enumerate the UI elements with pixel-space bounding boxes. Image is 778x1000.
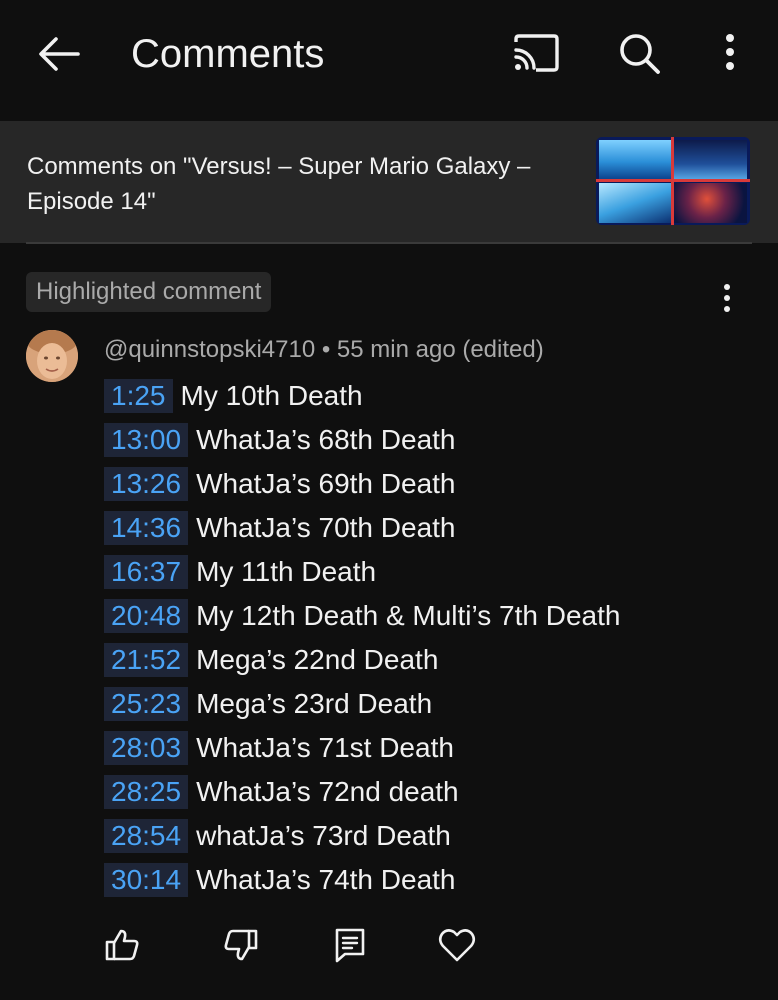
more-vert-icon: [724, 284, 730, 312]
cast-icon: [514, 34, 559, 72]
comment-line: 14:36 WhatJa’s 70th Death: [104, 506, 764, 550]
comment-line: 28:25 WhatJa’s 72nd death: [104, 770, 764, 814]
top-app-bar: Comments: [0, 0, 778, 108]
comment-author[interactable]: @quinnstopski4710: [104, 336, 315, 363]
like-icon: [105, 929, 139, 961]
more-vert-icon: [726, 34, 734, 70]
comment-line-text: WhatJa’s 69th Death: [196, 468, 456, 499]
timestamp-link[interactable]: 14:36: [104, 511, 189, 545]
timestamp-link[interactable]: 16:37: [104, 555, 189, 589]
avatar[interactable]: [26, 330, 78, 382]
heart-button[interactable]: [437, 925, 477, 965]
comment-line: 30:14 WhatJa’s 74th Death: [104, 858, 764, 902]
comment-line: 21:52 Mega’s 22nd Death: [104, 638, 764, 682]
comment-body: 1:25 My 10th Death 13:00 WhatJa’s 68th Dea…: [104, 374, 764, 902]
highlighted-comment-badge: Highlighted comment: [26, 272, 272, 312]
comment-line-text: WhatJa’s 70th Death: [196, 512, 456, 543]
video-title: Comments on "Versus! – Super Mario Galax…: [27, 153, 531, 215]
comment-more-button[interactable]: [712, 280, 742, 316]
comment-line-text: WhatJa’s 71st Death: [196, 732, 454, 763]
search-icon: [620, 34, 660, 74]
page-title: Comments: [131, 32, 325, 76]
comment-line: 1:25 My 10th Death: [104, 374, 764, 418]
back-arrow-icon: [39, 37, 80, 71]
comment-line-text: My 12th Death & Multi’s 7th Death: [196, 600, 621, 631]
timestamp-link[interactable]: 28:03: [104, 731, 189, 765]
timestamp-link[interactable]: 13:26: [104, 467, 189, 501]
comment-line-text: My 10th Death: [180, 380, 363, 411]
comment-line-text: Mega’s 22nd Death: [196, 644, 439, 675]
timestamp-link[interactable]: 25:23: [104, 687, 189, 721]
timestamp-link[interactable]: 28:54: [104, 819, 189, 853]
divider: [26, 242, 752, 244]
dislike-button[interactable]: [221, 925, 261, 965]
comment-line: 28:03 WhatJa’s 71st Death: [104, 726, 764, 770]
comment-line-text: WhatJa’s 72nd death: [196, 776, 459, 807]
timestamp-link[interactable]: 21:52: [104, 643, 189, 677]
comment-age: 55 min ago (edited): [336, 336, 544, 363]
video-thumbnail[interactable]: [596, 137, 750, 225]
comment-line: 28:54 whatJa’s 73rd Death: [104, 814, 764, 858]
video-banner[interactable]: Comments on "Versus! – Super Mario Galax…: [0, 121, 778, 243]
comment-meta: @quinnstopski4710 • 55 min ago (edited): [104, 334, 544, 366]
timestamp-link[interactable]: 30:14: [104, 863, 189, 897]
reply-icon: [335, 928, 365, 963]
like-button[interactable]: [102, 925, 142, 965]
comment-line: 13:00 WhatJa’s 68th Death: [104, 418, 764, 462]
comment-line-text: My 11th Death: [196, 556, 377, 587]
search-button[interactable]: [612, 28, 668, 80]
comment-line-text: WhatJa’s 68th Death: [196, 424, 456, 455]
dislike-icon: [224, 929, 258, 961]
cast-button[interactable]: [508, 30, 564, 78]
comment-line: 13:26 WhatJa’s 69th Death: [104, 462, 764, 506]
timestamp-link[interactable]: 28:25: [104, 775, 189, 809]
reply-button[interactable]: [330, 925, 370, 965]
comment-line: 20:48 My 12th Death & Multi’s 7th Death: [104, 594, 764, 638]
comment-line-text: Mega’s 23rd Death: [196, 688, 433, 719]
avatar-image: [26, 330, 78, 382]
comment-line: 25:23 Mega’s 23rd Death: [104, 682, 764, 726]
heart-icon: [438, 929, 476, 962]
back-button[interactable]: [32, 30, 88, 78]
meta-separator: •: [321, 336, 331, 363]
timestamp-link[interactable]: 1:25: [104, 379, 173, 413]
timestamp-link[interactable]: 13:00: [104, 423, 189, 457]
more-options-button[interactable]: [712, 28, 748, 80]
comment-line: 16:37 My 11th Death: [104, 550, 764, 594]
comment-line-text: WhatJa’s 74th Death: [196, 864, 456, 895]
comment-line-text: whatJa’s 73rd Death: [196, 820, 451, 851]
timestamp-link[interactable]: 20:48: [104, 599, 189, 633]
